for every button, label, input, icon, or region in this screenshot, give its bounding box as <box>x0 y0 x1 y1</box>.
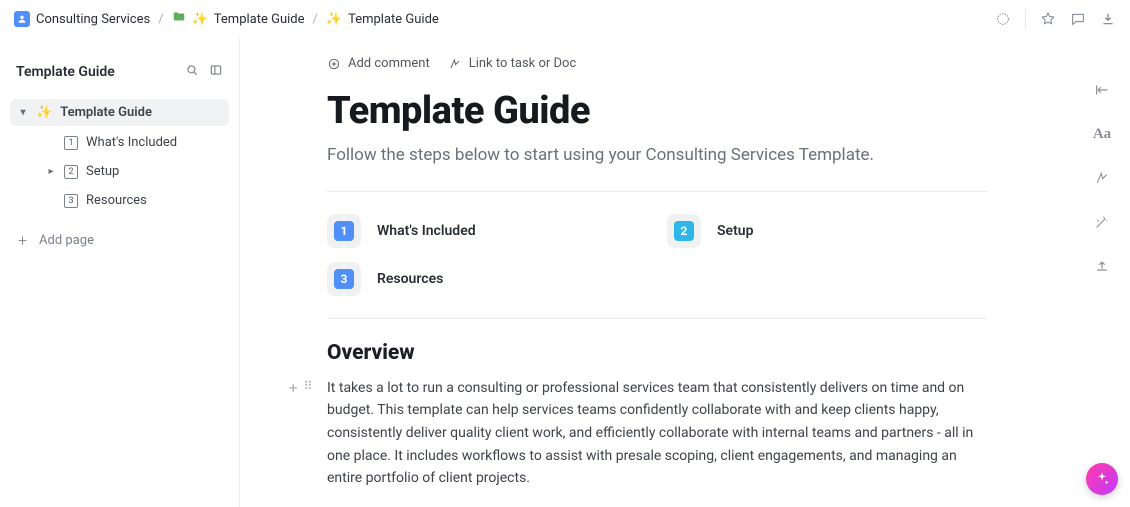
add-comment-button[interactable]: Add comment <box>327 56 430 71</box>
doc-content: Add comment Link to task or Doc Template… <box>327 38 987 490</box>
sidebar-item-label: What's Included <box>86 135 177 150</box>
chevron-right-icon: ▸ <box>46 166 56 177</box>
sidebar-item-label: Setup <box>86 164 119 179</box>
ai-fab[interactable] <box>1086 463 1118 495</box>
breadcrumb-sep: / <box>311 12 320 27</box>
link-task-button[interactable]: Link to task or Doc <box>448 56 577 71</box>
sidebar-title: Template Guide <box>16 64 115 80</box>
page-subtitle[interactable]: Follow the steps below to start using yo… <box>327 143 987 169</box>
add-page-button[interactable]: + Add page <box>10 223 229 258</box>
sidebar-children: 1 What's Included ▸ 2 Setup 3 Resources <box>10 128 229 215</box>
sidebar-item-whats-included[interactable]: 1 What's Included <box>38 128 229 157</box>
toc-num: 2 <box>674 221 694 241</box>
page-title[interactable]: Template Guide <box>327 89 987 133</box>
sidebar-header: Template Guide <box>10 52 229 99</box>
num-badge: 3 <box>64 194 78 208</box>
typography-button[interactable]: Aa <box>1092 124 1112 144</box>
sparkle-icon: ✨ <box>326 12 342 27</box>
breadcrumb-sep: / <box>156 12 165 27</box>
toc-card-setup[interactable]: 2 Setup <box>667 214 987 248</box>
sparkle-icon: ✨ <box>36 105 52 120</box>
num-badge: 1 <box>64 136 78 150</box>
sidebar-item-template-guide[interactable]: ▾ ✨ Template Guide <box>10 99 229 126</box>
breadcrumb-page[interactable]: Template Guide <box>348 12 439 27</box>
magic-wand-icon[interactable] <box>1092 212 1112 232</box>
sparkle-icon: ✨ <box>192 12 208 27</box>
workspace-icon[interactable] <box>14 11 30 27</box>
toc-card-whats-included[interactable]: 1 What's Included <box>327 214 647 248</box>
overview-paragraph[interactable]: It takes a lot to run a consulting or pr… <box>327 377 987 490</box>
toc-card-resources[interactable]: 3 Resources <box>327 262 647 296</box>
divider <box>327 191 987 192</box>
num-badge: 2 <box>64 165 78 179</box>
block-gutter: + ⠿ <box>289 379 310 397</box>
toc-label: Resources <box>377 271 443 287</box>
download-icon[interactable] <box>1100 11 1116 27</box>
overview-heading[interactable]: Overview <box>327 341 987 365</box>
sidebar-root-label: Template Guide <box>60 105 152 120</box>
star-icon[interactable] <box>1040 11 1056 27</box>
divider <box>327 318 987 319</box>
toc-cards: 1 What's Included 2 Setup 3 Resources <box>327 214 987 296</box>
sidebar-item-label: Resources <box>86 193 147 208</box>
comment-icon[interactable] <box>1070 11 1086 27</box>
folder-icon <box>172 10 186 28</box>
toc-label: What's Included <box>377 223 476 239</box>
plus-icon: + <box>18 231 27 250</box>
right-rail: Aa <box>1074 70 1130 276</box>
breadcrumb: Consulting Services / ✨ Template Guide /… <box>14 10 439 28</box>
breadcrumb-root[interactable]: Consulting Services <box>36 12 150 27</box>
toc-num: 3 <box>334 269 354 289</box>
doc-actions: Add comment Link to task or Doc <box>327 52 987 89</box>
add-page-label: Add page <box>39 233 94 248</box>
sidebar: Template Guide ▾ ✨ Template Guide 1 What… <box>0 38 240 507</box>
divider <box>1025 9 1026 29</box>
main: Add comment Link to task or Doc Template… <box>240 38 1074 507</box>
add-comment-label: Add comment <box>348 56 430 71</box>
toc-num: 1 <box>334 221 354 241</box>
badge-dashed-icon[interactable] <box>995 11 1011 27</box>
topbar-actions <box>995 9 1116 29</box>
search-icon[interactable] <box>185 62 199 81</box>
breadcrumb-folder[interactable]: Template Guide <box>214 12 305 27</box>
sidebar-item-resources[interactable]: 3 Resources <box>38 186 229 215</box>
share-icon[interactable] <box>1092 256 1112 276</box>
sidebar-item-setup[interactable]: ▸ 2 Setup <box>38 157 229 186</box>
chevron-down-icon: ▾ <box>18 107 28 118</box>
collapse-icon[interactable] <box>1092 80 1112 100</box>
toc-label: Setup <box>717 223 753 239</box>
ai-suggest-icon[interactable] <box>1092 168 1112 188</box>
panel-toggle-icon[interactable] <box>209 62 223 81</box>
drag-handle-icon[interactable]: ⠿ <box>304 379 311 397</box>
topbar: Consulting Services / ✨ Template Guide /… <box>0 0 1130 38</box>
link-task-label: Link to task or Doc <box>469 56 577 71</box>
add-block-icon[interactable]: + <box>289 379 298 397</box>
paragraph-block[interactable]: + ⠿ It takes a lot to run a consulting o… <box>327 377 987 490</box>
